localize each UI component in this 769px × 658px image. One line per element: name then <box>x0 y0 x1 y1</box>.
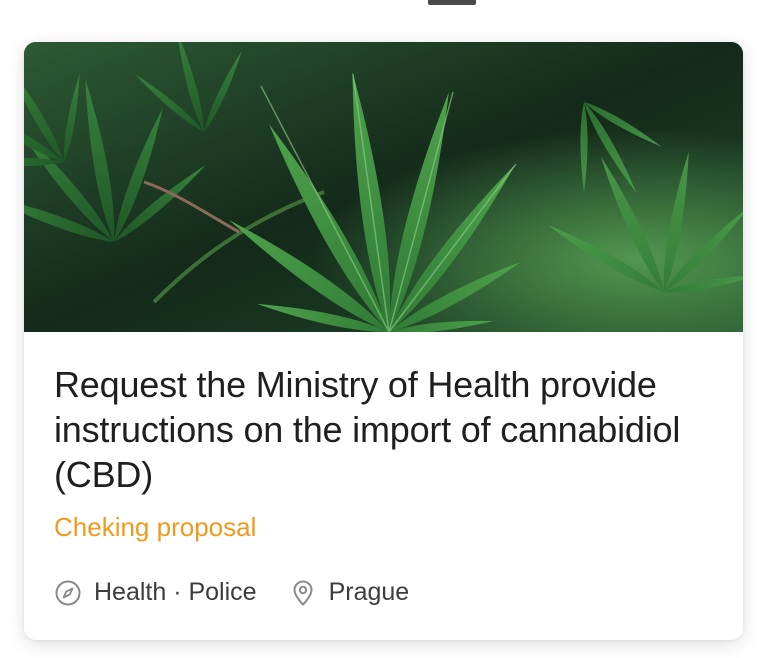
proposal-location-label: Prague <box>328 578 410 606</box>
proposal-title[interactable]: Request the Ministry of Health provide i… <box>54 332 713 497</box>
proposal-status: Cheking proposal <box>54 512 257 542</box>
proposal-categories-label: Health · Police <box>94 578 257 606</box>
location-pin-icon <box>289 579 317 607</box>
proposal-location: Prague <box>289 578 410 607</box>
proposal-card-body: Request the Ministry of Health provide i… <box>54 332 713 543</box>
proposal-categories: Health · Police <box>54 578 257 607</box>
proposal-image <box>24 42 743 332</box>
proposal-meta: Health · Police Prague <box>54 578 409 607</box>
proposal-card[interactable]: Request the Ministry of Health provide i… <box>24 42 743 640</box>
tab-indicator <box>428 0 476 5</box>
compass-icon <box>54 579 82 607</box>
